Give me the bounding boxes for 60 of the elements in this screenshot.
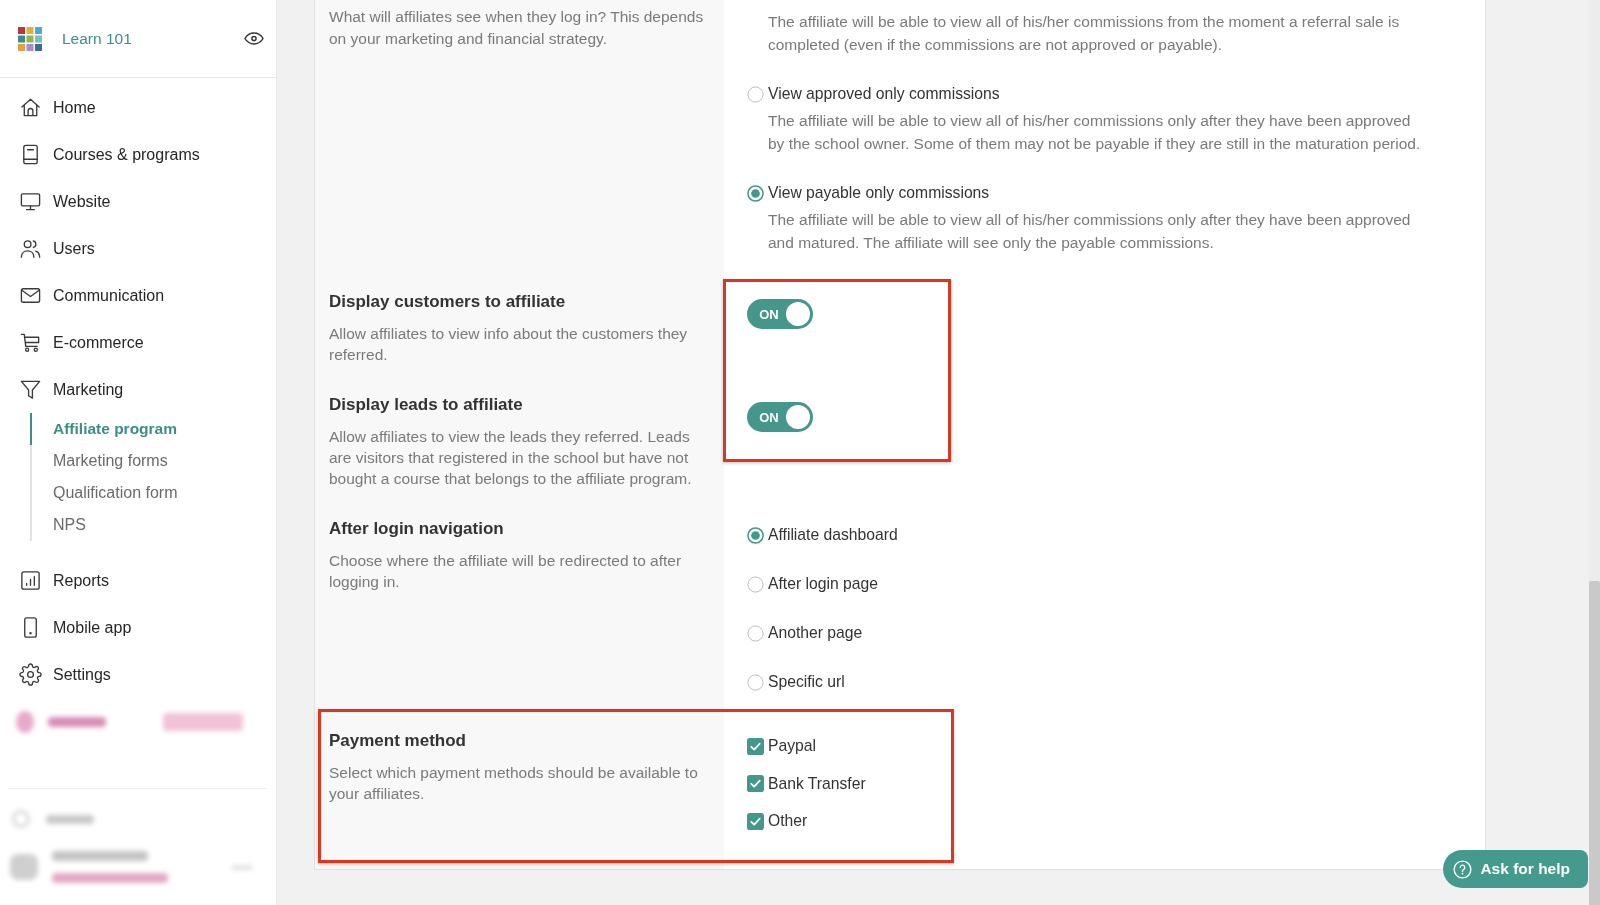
submenu-item[interactable]: Qualification form	[30, 477, 276, 509]
brand-name: Learn 101	[62, 29, 133, 48]
blurred-text	[48, 717, 106, 727]
setting-description: Select which payment methods should be available to your affiliates.	[329, 763, 699, 804]
nav-item[interactable]: Mobile app	[0, 604, 276, 651]
radio-label[interactable]: View approved only commissions	[768, 85, 1000, 103]
monitor-icon	[19, 190, 42, 213]
bar-chart-icon	[19, 569, 42, 592]
checkbox-label[interactable]: Paypal	[768, 737, 816, 755]
setting-title: Display leads to affiliate	[329, 394, 524, 416]
nav-item[interactable]: Reports	[0, 557, 276, 604]
radio-label[interactable]: View payable only commissions	[768, 184, 990, 202]
avatar-placeholder	[10, 854, 38, 880]
grid-logo-icon	[18, 26, 42, 51]
blurred-text	[46, 814, 94, 824]
nav-item[interactable]: Users	[0, 225, 276, 272]
eye-icon[interactable]	[244, 32, 264, 45]
checkbox[interactable]	[747, 775, 764, 792]
checkbox[interactable]	[747, 737, 764, 755]
funnel-icon	[19, 378, 42, 401]
submenu-item[interactable]: Marketing forms	[30, 445, 276, 477]
settings-icon	[19, 663, 42, 686]
nav-item[interactable]: Settings	[0, 651, 276, 698]
nav-item[interactable]: Home	[0, 84, 276, 131]
setting-description: Choose where the affiliate will be redirected to after logging in.	[329, 551, 683, 592]
home-icon	[19, 96, 42, 119]
scrollbar[interactable]	[1589, 0, 1600, 905]
option-description: The affiliate will be able to view all of his/her commissions only after they have been approved by the school owner. Some of them may not be payable if they are still in the maturation period.	[768, 111, 1422, 154]
checkbox-label[interactable]: Other	[768, 812, 808, 830]
setting-description: Allow affiliates to view the leads they referred. Leads are visitors that registered in the school but have not bought a course that belongs to the affiliate program.	[329, 427, 693, 489]
radio-label[interactable]: Another page	[768, 624, 863, 642]
setting-title: Display customers to affiliate	[329, 291, 567, 313]
radio-button[interactable]	[747, 624, 764, 642]
blurred-icon	[16, 711, 34, 733]
radio-button[interactable]	[747, 575, 764, 593]
radio-label[interactable]: Specific url	[768, 673, 845, 691]
nav-item[interactable]: Courses & programs	[0, 131, 276, 178]
setting-title: Payment method	[329, 730, 467, 752]
radio-label[interactable]: Affiliate dashboard	[768, 526, 898, 544]
submenu-item[interactable]: NPS	[30, 509, 276, 541]
nav-item[interactable]: Marketing	[0, 366, 276, 413]
nav-item[interactable]: Website	[0, 178, 276, 225]
radio-button[interactable]	[747, 184, 764, 202]
setting-description: What will affiliates see when they log in? This depends on your marketing and financial strategy.	[329, 7, 705, 49]
nav-item[interactable]: E-commerce	[0, 319, 276, 366]
radio-button[interactable]	[747, 673, 764, 691]
option-description: The affiliate will be able to view all of his/her commissions from the moment a referral sale is completed (even if the commissions are not approved or payable).	[768, 12, 1401, 55]
checkbox-label[interactable]: Bank Transfer	[768, 774, 866, 793]
checkbox[interactable]	[747, 812, 764, 830]
radio-label[interactable]: After login page	[768, 575, 878, 593]
radio-button[interactable]	[747, 85, 764, 103]
radio-button[interactable]	[747, 526, 764, 544]
cart-icon	[19, 331, 42, 354]
nav-item[interactable]: Communication	[0, 272, 276, 319]
option-description: The affiliate will be able to view all of his/her commissions only after they have been approved and matured. The affiliate will see only the payable commissions.	[768, 210, 1412, 253]
users-icon	[19, 237, 42, 260]
question-icon	[1453, 859, 1473, 879]
setting-description: Allow affiliates to view info about the customers they referred.	[329, 324, 689, 365]
setting-title: After login navigation	[329, 518, 505, 540]
submenu-item[interactable]: Affiliate program	[30, 413, 276, 445]
